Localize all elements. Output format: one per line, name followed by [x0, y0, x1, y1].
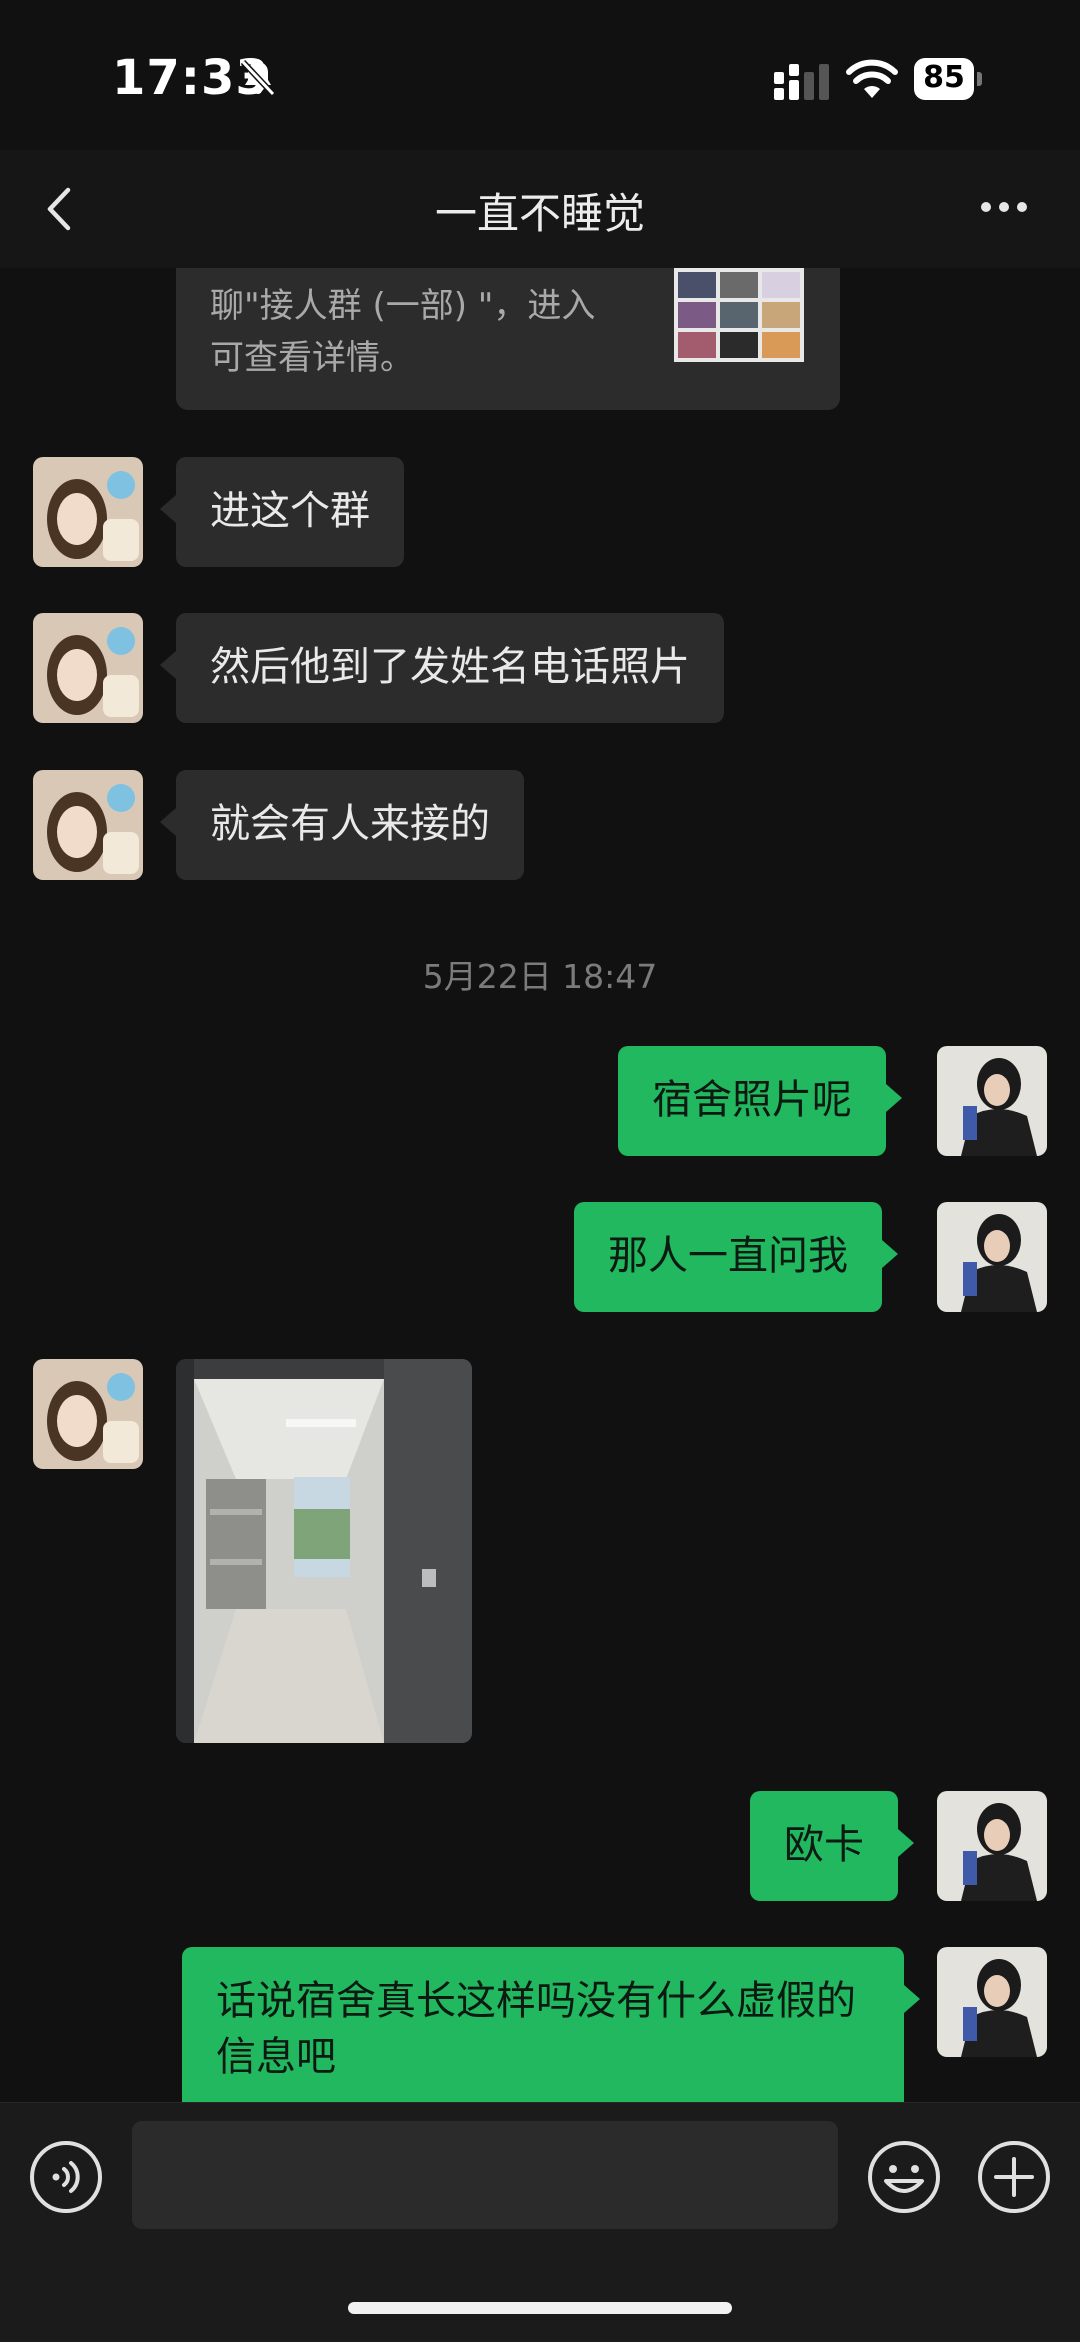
self-avatar[interactable] — [937, 1947, 1047, 2057]
cellular-signal-icon — [774, 64, 829, 100]
contact-avatar[interactable] — [33, 770, 143, 880]
invite-card-line2: 可查看详情。 — [210, 338, 414, 378]
group-invite-card[interactable]: 聊"接人群 (一部) "，进入 可查看详情。 — [176, 268, 840, 410]
group-avatar-thumbnail — [674, 268, 804, 362]
home-indicator[interactable] — [348, 2302, 732, 2314]
message-input[interactable] — [132, 2121, 838, 2229]
contact-avatar[interactable] — [33, 1359, 143, 1469]
contact-avatar[interactable] — [33, 613, 143, 723]
wifi-icon — [846, 59, 898, 98]
message-bubble-right[interactable]: 欧卡 — [750, 1791, 914, 1901]
dorm-photo-message[interactable] — [176, 1359, 472, 1743]
battery-percent: 85 — [923, 60, 965, 95]
invite-card-text: 聊"接人群 (一部) "，进入 可查看详情。 — [210, 280, 630, 384]
invite-card-line1: 聊"接人群 (一部) "，进入 — [210, 286, 596, 326]
message-bubble-left[interactable]: 就会有人来接的 — [160, 770, 524, 880]
message-timestamp: 5月22日 18:47 — [422, 957, 658, 996]
emoji-icon[interactable] — [866, 2139, 942, 2215]
chat-title: 一直不睡觉 — [434, 189, 645, 238]
more-dots-icon[interactable] — [978, 192, 1030, 222]
battery-indicator: 85 — [914, 58, 984, 102]
self-avatar[interactable] — [937, 1791, 1047, 1901]
plus-circle-icon[interactable] — [976, 2139, 1052, 2215]
status-bar: 17:33 85 — [0, 0, 1080, 150]
self-avatar[interactable] — [937, 1046, 1047, 1156]
self-avatar[interactable] — [937, 1202, 1047, 1312]
message-bubble-right[interactable]: 宿舍照片呢 — [618, 1046, 902, 1156]
nav-bar: 一直不睡觉 — [0, 150, 1080, 269]
bell-slash-icon — [240, 59, 276, 97]
message-bubble-left[interactable]: 进这个群 — [160, 457, 404, 567]
message-bubble-left[interactable]: 然后他到了发姓名电话照片 — [160, 613, 724, 723]
contact-avatar[interactable] — [33, 457, 143, 567]
message-bubble-right[interactable]: 话说宿舍真长这样吗没有什么虚假的信息吧 — [182, 1947, 920, 2102]
chat-area[interactable]: 聊"接人群 (一部) "，进入 可查看详情。 进这个群 然后他到了发姓名电话照片… — [0, 268, 1080, 2102]
message-bubble-right[interactable]: 那人一直问我 — [574, 1202, 898, 1312]
voice-icon[interactable] — [28, 2139, 104, 2215]
